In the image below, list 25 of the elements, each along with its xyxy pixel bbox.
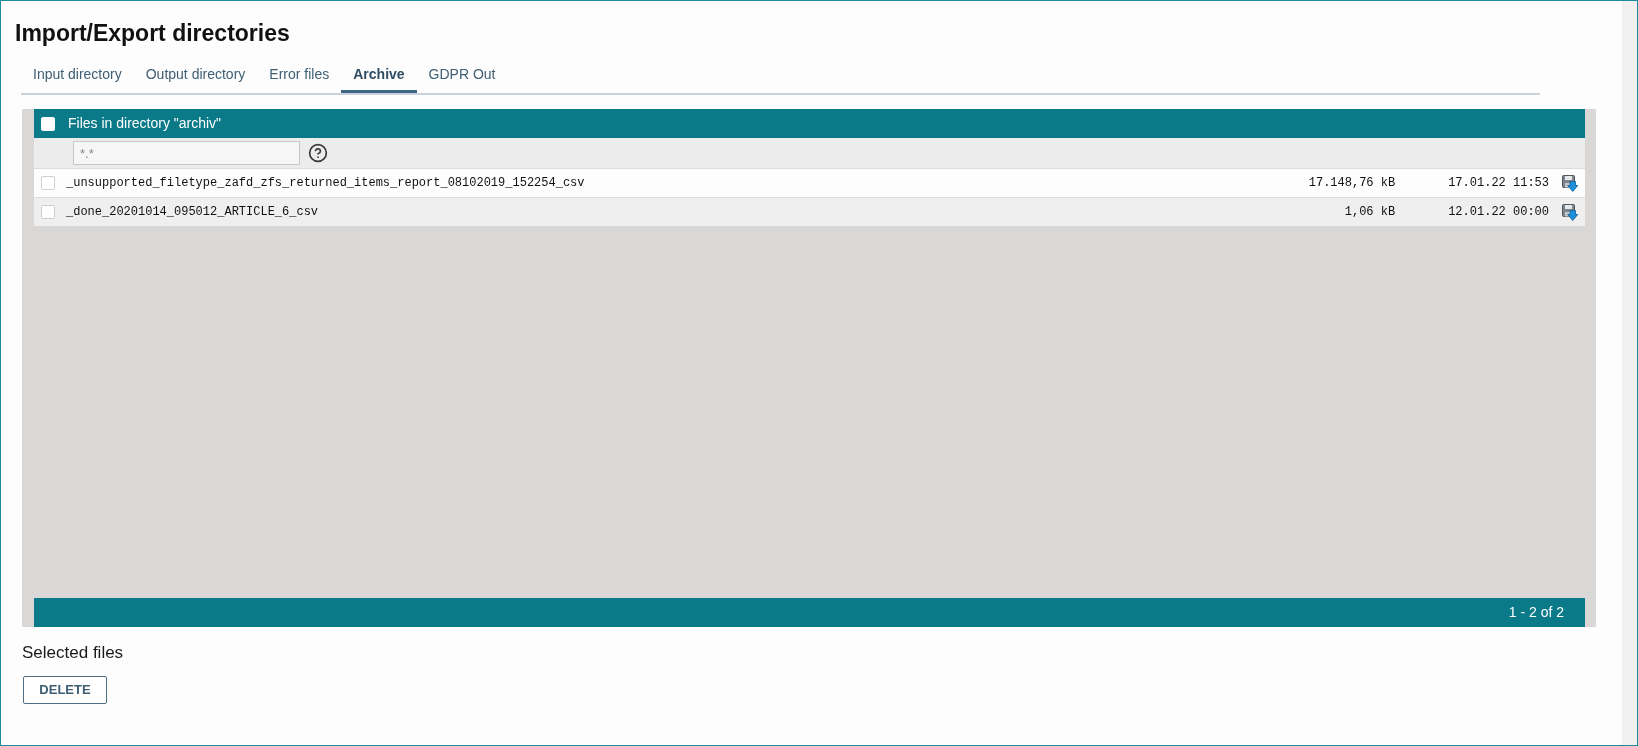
scrollbar-track[interactable]	[1622, 1, 1637, 745]
tab[interactable]: Input directory	[21, 57, 134, 93]
file-row[interactable]: _done_20201014_095012_ARTICLE_6_csv 1,06 kB 12.01.22 00:00	[34, 197, 1585, 226]
help-icon[interactable]	[308, 143, 328, 163]
selected-files-label: Selected files	[22, 642, 124, 664]
checkbox[interactable]	[41, 205, 55, 219]
tab[interactable]: Error files	[257, 57, 342, 93]
delete-button[interactable]: DELETE	[23, 675, 107, 704]
page-title: Import/Export directories	[15, 19, 290, 47]
tab[interactable]: Output directory	[133, 57, 258, 93]
file-date: 17.01.22 11:53	[1448, 175, 1549, 192]
filter-field[interactable]: *.*	[73, 141, 300, 165]
tab[interactable]: Archive	[341, 57, 417, 93]
floppy-download-icon[interactable]	[1562, 174, 1578, 192]
file-list-heading: Files in directory "archiv"	[68, 114, 222, 133]
checkbox[interactable]	[41, 176, 55, 190]
pager-count: 1 - 2 of 2	[1508, 603, 1564, 622]
file-row[interactable]: _unsupported_filetype_zafd_zfs_returned_items_report_08102019_152254_csv 17.148,76 kB 17.01.22 11:53	[34, 168, 1585, 197]
file-size: 1,06 kB	[1344, 204, 1396, 221]
file-name: _unsupported_filetype_zafd_zfs_returned_items_report_08102019_152254_csv	[66, 175, 586, 192]
floppy-download-icon[interactable]	[1562, 203, 1578, 221]
file-name: _done_20201014_095012_ARTICLE_6_csv	[66, 204, 320, 221]
tab[interactable]: GDPR Out	[416, 57, 508, 93]
file-date: 12.01.22 00:00	[1448, 204, 1549, 221]
file-size: 17.148,76 kB	[1308, 175, 1396, 192]
